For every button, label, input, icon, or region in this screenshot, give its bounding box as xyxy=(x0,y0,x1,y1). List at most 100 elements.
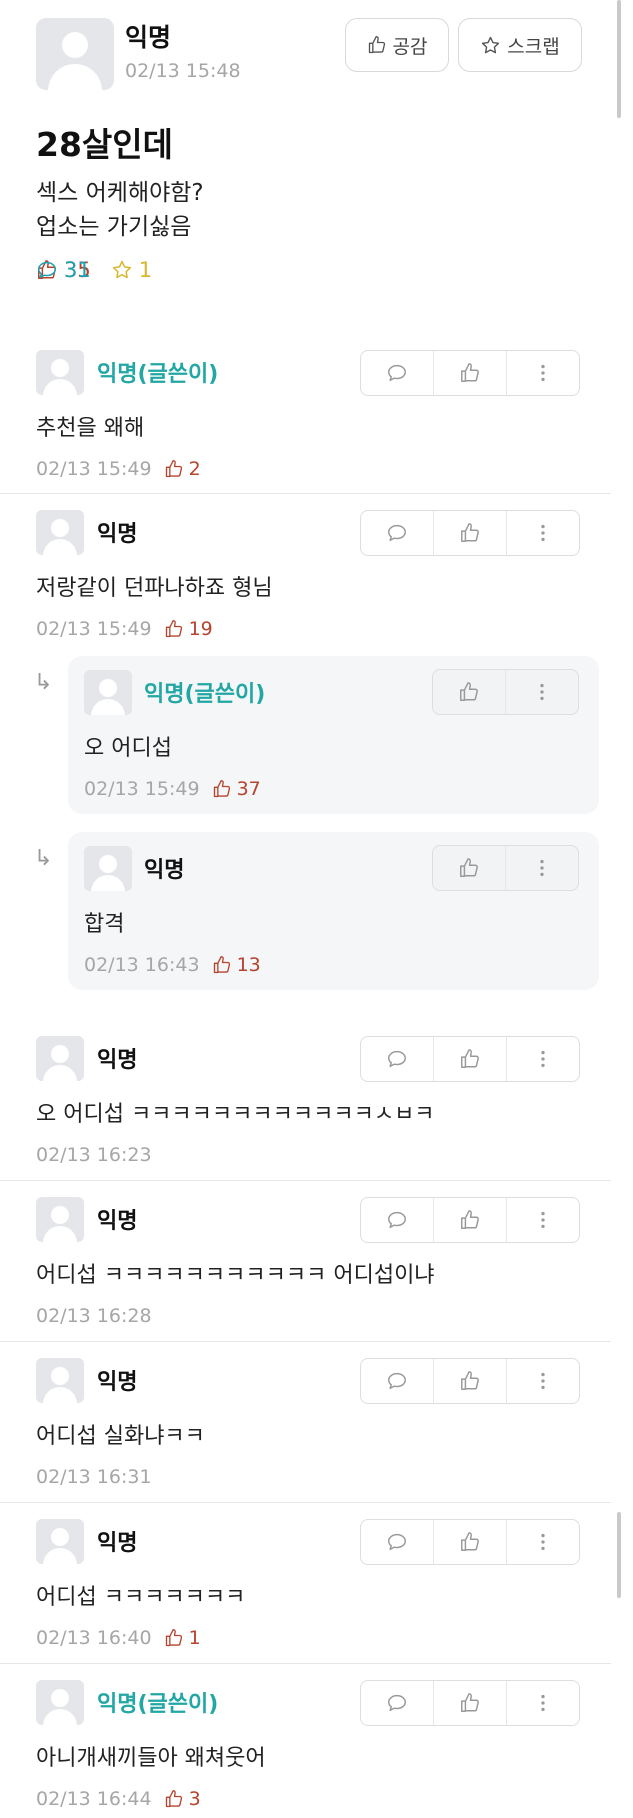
reply-button[interactable] xyxy=(361,1037,434,1081)
thumbs-up-icon xyxy=(212,955,232,975)
avatar-icon xyxy=(84,670,132,715)
more-vertical-icon xyxy=(532,1370,554,1392)
more-vertical-icon xyxy=(531,681,553,703)
more-button[interactable] xyxy=(507,351,579,395)
comment-item: 익명 어디섭 ㅋㅋㅋㅋㅋㅋㅋ 02/13 16:40 1 xyxy=(0,1519,611,1649)
reply-button[interactable] xyxy=(361,1359,434,1403)
comment-like-button[interactable] xyxy=(434,1681,507,1725)
thumbs-up-icon xyxy=(458,681,480,703)
comment-meta: 02/13 16:44 3 xyxy=(36,1788,201,1810)
post-body-line: 섹스 어케해야함? xyxy=(36,180,204,206)
comment-time: 02/13 16:43 xyxy=(84,954,200,976)
thumbs-up-icon xyxy=(164,1789,184,1809)
thumbs-up-icon xyxy=(459,1692,481,1714)
more-button[interactable] xyxy=(506,670,578,714)
comment-text: 오 어디섭 xyxy=(84,736,172,761)
thumbs-up-icon xyxy=(367,35,387,55)
comment-actions xyxy=(360,350,580,396)
comment-text: 아니개새끼들아 왜쳐웃어 xyxy=(36,1746,266,1771)
reply-button[interactable] xyxy=(361,1198,434,1242)
comment-like-count: 2 xyxy=(164,458,201,480)
post-body: 섹스 어케해야함? 업소는 가기싫음 xyxy=(36,176,204,244)
scrollbar-thumb[interactable] xyxy=(617,1512,621,1598)
reply-button[interactable] xyxy=(361,511,434,555)
more-button[interactable] xyxy=(507,511,579,555)
like-button-label: 공감 xyxy=(392,35,428,58)
divider xyxy=(0,1663,611,1664)
thumbs-up-icon xyxy=(164,619,184,639)
comment-actions xyxy=(432,669,579,715)
more-button[interactable] xyxy=(507,1037,579,1081)
comment-text: 저랑같이 던파나하죠 형님 xyxy=(36,576,273,601)
more-vertical-icon xyxy=(532,362,554,384)
comment-text: 어디섭 실화냐ㅋㅋ xyxy=(36,1424,205,1449)
thumbs-up-icon xyxy=(459,1370,481,1392)
comment-like-count: 13 xyxy=(212,954,261,976)
comment-bubble-icon xyxy=(36,259,58,281)
comment-meta: 02/13 15:49 2 xyxy=(36,458,201,480)
thumbs-up-icon xyxy=(459,522,481,544)
more-button[interactable] xyxy=(507,1520,579,1564)
comment-meta: 02/13 16:31 xyxy=(36,1466,152,1488)
comment-text: 어디섭 ㅋㅋㅋㅋㅋㅋㅋㅋㅋㅋㅋ 어디섭이냐 xyxy=(36,1263,435,1288)
comment-like-button[interactable] xyxy=(434,1359,507,1403)
comment-time: 02/13 16:31 xyxy=(36,1466,152,1488)
scrap-button[interactable]: 스크랩 xyxy=(458,18,582,72)
comment-like-button[interactable] xyxy=(434,1198,507,1242)
more-button[interactable] xyxy=(507,1359,579,1403)
post-author: 익명 xyxy=(125,23,172,52)
scrollbar-thumb[interactable] xyxy=(617,0,621,118)
reply-item: 익명 합격 02/13 16:43 13 xyxy=(68,832,599,990)
comment-like-button[interactable] xyxy=(434,1520,507,1564)
comment-actions xyxy=(360,1197,580,1243)
comment-item: 익명 오 어디섭 ㅋㅋㅋㅋㅋㅋㅋㅋㅋㅋㅋㅋㅅㅂㅋ 02/13 16:23 xyxy=(0,1036,611,1166)
reply-item: 익명(글쓴이) 오 어디섭 02/13 15:49 37 xyxy=(68,656,599,814)
reply-button[interactable] xyxy=(361,1681,434,1725)
more-vertical-icon xyxy=(532,1692,554,1714)
reply-arrow-icon: ↳ xyxy=(34,846,53,871)
more-vertical-icon xyxy=(532,522,554,544)
more-vertical-icon xyxy=(532,1531,554,1553)
comment-item: 익명 어디섭 실화냐ㅋㅋ 02/13 16:31 xyxy=(0,1358,611,1488)
comment-like-button[interactable] xyxy=(434,1037,507,1081)
more-button[interactable] xyxy=(507,1198,579,1242)
comment-like-count: 1 xyxy=(164,1627,201,1649)
author-avatar-icon xyxy=(36,18,114,90)
comment-actions xyxy=(360,1680,580,1726)
comment-meta: 02/13 16:43 13 xyxy=(84,954,261,976)
more-button[interactable] xyxy=(507,1681,579,1725)
comment-meta: 02/13 16:28 xyxy=(36,1305,152,1327)
more-button[interactable] xyxy=(506,846,578,890)
comment-bubble-icon xyxy=(386,1370,408,1392)
comment-author: 익명 xyxy=(97,1048,138,1073)
comment-like-button[interactable] xyxy=(433,846,506,890)
comment-text: 어디섭 ㅋㅋㅋㅋㅋㅋㅋ xyxy=(36,1585,246,1610)
comment-like-button[interactable] xyxy=(433,670,506,714)
comment-time: 02/13 16:23 xyxy=(36,1144,152,1166)
comment-time: 02/13 16:40 xyxy=(36,1627,152,1649)
comment-time: 02/13 15:49 xyxy=(36,458,152,480)
divider xyxy=(0,1180,611,1181)
comment-author: 익명(글쓴이) xyxy=(144,682,266,707)
like-button[interactable]: 공감 xyxy=(345,18,449,72)
reply-button[interactable] xyxy=(361,351,434,395)
comment-like-button[interactable] xyxy=(434,511,507,555)
comment-meta: 02/13 16:40 1 xyxy=(36,1627,201,1649)
thumbs-up-icon xyxy=(459,1531,481,1553)
comment-item: 익명(글쓴이) 아니개새끼들아 왜쳐웃어 02/13 16:44 3 xyxy=(0,1680,611,1810)
comment-actions xyxy=(360,510,580,556)
post-time: 02/13 15:48 xyxy=(125,60,241,82)
avatar-icon xyxy=(36,1358,84,1403)
reply-arrow-icon: ↳ xyxy=(34,670,53,695)
comment-item: 익명 저랑같이 던파나하죠 형님 02/13 15:49 19 xyxy=(0,510,611,640)
comment-author: 익명 xyxy=(97,1531,138,1556)
thumbs-up-icon xyxy=(458,857,480,879)
comment-bubble-icon xyxy=(386,1531,408,1553)
post-header: 익명 02/13 15:48 공감 스크랩 xyxy=(34,18,594,92)
avatar-icon xyxy=(36,350,84,395)
reply-button[interactable] xyxy=(361,1520,434,1564)
post-stats: 35 31 1 xyxy=(36,258,172,282)
comment-bubble-icon xyxy=(386,522,408,544)
comment-like-count: 19 xyxy=(164,618,213,640)
comment-like-button[interactable] xyxy=(434,351,507,395)
